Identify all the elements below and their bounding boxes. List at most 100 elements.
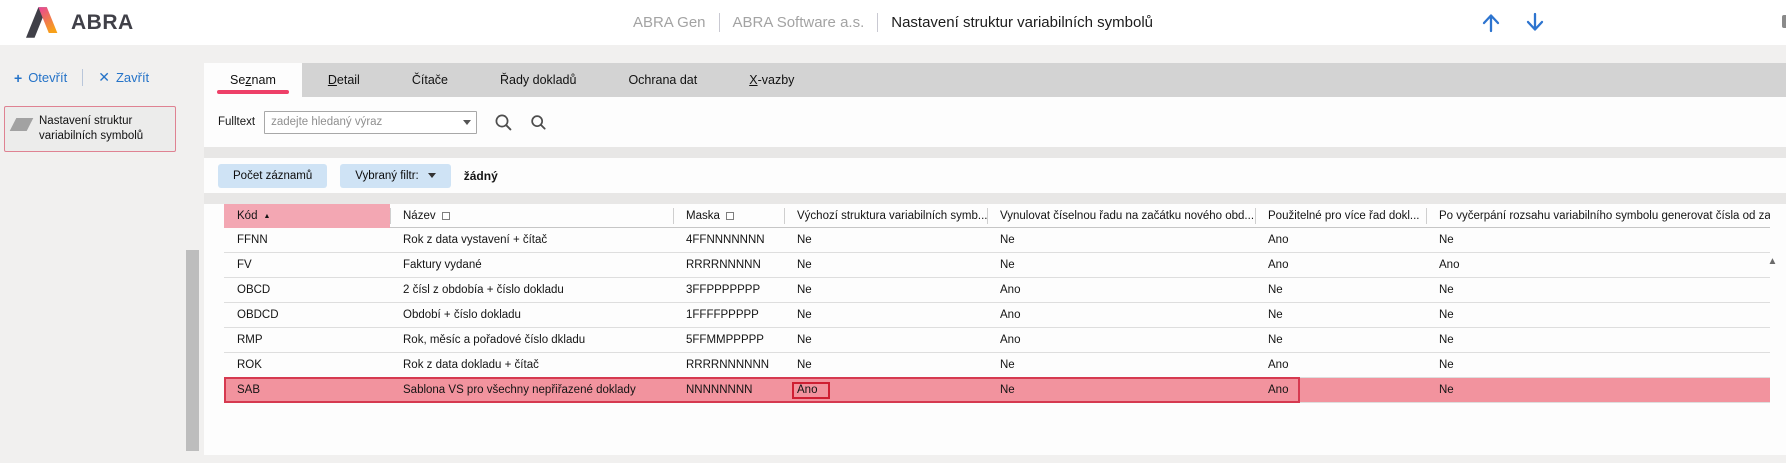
cell-vychozi: Ne	[784, 259, 987, 271]
down-arrow-icon[interactable]	[1524, 11, 1546, 34]
filter-select-button[interactable]: Vybraný filtr:	[340, 164, 450, 188]
column-header-povycerpani[interactable]: Po vyčerpání rozsahu variabilního symbol…	[1426, 204, 1770, 228]
cell-vychozi: Ne	[784, 234, 987, 246]
cell-nazev: Šablona VS pro všechny nepřiřazené dokla…	[390, 384, 673, 396]
plus-icon: +	[14, 70, 22, 86]
open-button[interactable]: + Otevřít	[14, 70, 67, 86]
column-header-label: Výchozí struktura variabilních symb...	[797, 210, 987, 222]
close-button[interactable]: ✕ Zavřít	[98, 69, 149, 86]
filter-select-label: Vybraný filtr:	[355, 170, 418, 182]
cell-vychozi: Ne	[784, 309, 987, 321]
tab--ta-e[interactable]: Čítače	[386, 63, 474, 97]
section-gap	[204, 147, 1786, 158]
cell-kod: SAB	[224, 384, 390, 396]
cell-vynulovat: Ne	[987, 234, 1255, 246]
cell-vychozi: Ano	[784, 382, 987, 399]
column-header-kod[interactable]: Kód▲	[224, 204, 390, 228]
parallelogram-icon	[10, 118, 34, 131]
column-options-icon[interactable]	[726, 212, 734, 220]
scroll-up-button[interactable]: ▲	[1765, 254, 1780, 269]
up-arrow-icon[interactable]	[1480, 11, 1502, 34]
breadcrumb-company: ABRA Software a.s.	[733, 14, 865, 31]
cell-pouzitelne: Ano	[1255, 234, 1426, 246]
fulltext-input[interactable]	[264, 111, 477, 134]
table-row-obdcd[interactable]: OBDCDObdobí + číslo dokladu1FFFFPPPPPNeA…	[224, 303, 1770, 328]
annotated-value-box: Ano	[792, 382, 830, 399]
cell-maska: NNNNNNNN	[673, 384, 784, 396]
open-button-label: Otevřít	[28, 70, 67, 85]
cell-kod: FFNN	[224, 234, 390, 246]
search-detail-icon[interactable]	[530, 114, 547, 131]
cell-povycerpani: Ne	[1426, 309, 1770, 321]
table-row-rok[interactable]: ROKRok z data dokladu + čítačRRRRNNNNNNN…	[224, 353, 1770, 378]
column-header-label: Použitelné pro více řad dokl...	[1268, 210, 1420, 222]
sort-asc-icon: ▲	[263, 213, 270, 220]
sidebar-item-label: Nastavení struktur variabilních symbolů	[39, 114, 169, 144]
column-options-icon[interactable]	[442, 212, 450, 220]
table-row-rmp[interactable]: RMPRok, měsíc a pořadové číslo dkladu5FF…	[224, 328, 1770, 353]
filter-current-value: žádný	[464, 169, 498, 183]
table-area: Kód▲ Název Maska Výchozí struktura variabil…	[204, 204, 1786, 455]
cell-nazev: Faktury vydané	[390, 259, 673, 271]
tab-detail[interactable]: Detail	[302, 63, 386, 97]
top-header-bar: ABRA ABRA Gen ABRA Software a.s. Nastave…	[0, 0, 1786, 45]
tab-seznam[interactable]: Seznam	[204, 63, 302, 97]
tab-bar: SeznamDetailČítačeŘady dokladůOchrana da…	[204, 63, 1786, 97]
sidebar-item-variable-symbols[interactable]: Nastavení struktur variabilních symbolů	[4, 106, 176, 152]
column-header-label: Název	[403, 210, 436, 222]
cell-pouzitelne: Ano	[1255, 384, 1426, 396]
cell-pouzitelne: Ne	[1255, 309, 1426, 321]
record-count-button[interactable]: Počet záznamů	[218, 164, 327, 188]
tab--ady-doklad-[interactable]: Řady dokladů	[474, 63, 602, 97]
table-row-fv[interactable]: FVFaktury vydanéRRRRNNNNNNeNeAnoAno	[224, 253, 1770, 278]
breadcrumb-divider	[877, 13, 878, 32]
cell-vynulovat: Ano	[987, 334, 1255, 346]
column-header-vychozi[interactable]: Výchozí struktura variabilních symb...	[784, 204, 987, 228]
cell-vychozi: Ne	[784, 359, 987, 371]
table-header-row: Kód▲ Název Maska Výchozí struktura variabil…	[224, 204, 1770, 228]
cell-maska: RRRRNNNNNN	[673, 359, 784, 371]
cell-maska: 4FFNNNNNNN	[673, 234, 784, 246]
cell-pouzitelne: Ne	[1255, 284, 1426, 296]
cell-maska: 3FFPPPPPPP	[673, 284, 784, 296]
cell-kod: ROK	[224, 359, 390, 371]
cell-povycerpani: Ne	[1426, 234, 1770, 246]
scroll-up-icon: ▲	[1768, 256, 1778, 267]
cell-pouzitelne: Ne	[1255, 334, 1426, 346]
cell-vynulovat: Ne	[987, 259, 1255, 271]
close-button-label: Zavřít	[116, 70, 149, 85]
dropdown-arrow-icon	[428, 173, 436, 178]
column-header-label: Vynulovat číselnou řadu na začátku novéh…	[1000, 210, 1254, 222]
page-title: Nastavení struktur variabilních symbolů	[891, 14, 1153, 31]
cell-nazev: Rok, měsíc a pořadové číslo dkladu	[390, 334, 673, 346]
column-header-nazev[interactable]: Název	[390, 204, 673, 228]
table-row-obcd[interactable]: OBCD2 čísl z obdobía + číslo dokladu3FFP…	[224, 278, 1770, 303]
column-header-vynulovat[interactable]: Vynulovat číselnou řadu na začátku novéh…	[987, 204, 1255, 228]
sidebar: + Otevřít ✕ Zavřít Nastavení struktur va…	[0, 45, 182, 152]
section-gap	[204, 193, 1786, 204]
column-header-pouzitelne[interactable]: Použitelné pro více řad dokl...	[1255, 204, 1426, 228]
breadcrumb-app: ABRA Gen	[633, 14, 706, 31]
cell-kod: RMP	[224, 334, 390, 346]
cell-maska: 5FFMMPPPPP	[673, 334, 784, 346]
tab-x-vazby[interactable]: X-vazby	[723, 63, 820, 97]
left-scrollbar[interactable]	[186, 250, 199, 451]
cell-povycerpani: Ne	[1426, 334, 1770, 346]
cell-vynulovat: Ano	[987, 284, 1255, 296]
cell-vynulovat: Ne	[987, 384, 1255, 396]
cell-kod: OBCD	[224, 284, 390, 296]
table-row-sab[interactable]: SABŠablona VS pro všechny nepřiřazené do…	[224, 378, 1770, 403]
record-count-label: Počet záznamů	[233, 170, 312, 182]
table-row-ffnn[interactable]: FFNNRok z data vystavení + čítač4FFNNNNN…	[224, 228, 1770, 253]
column-header-label: Maska	[686, 210, 720, 222]
toolbar-row: Počet záznamů Vybraný filtr: žádný	[204, 158, 1786, 193]
fulltext-label: Fulltext	[218, 116, 255, 128]
table-body: FFNNRok z data vystavení + čítač4FFNNNNN…	[224, 228, 1770, 403]
cell-povycerpani: Ne	[1426, 284, 1770, 296]
cell-pouzitelne: Ano	[1255, 359, 1426, 371]
tab-ochrana-dat[interactable]: Ochrana dat	[602, 63, 723, 97]
cell-vychozi: Ne	[784, 334, 987, 346]
column-header-maska[interactable]: Maska	[673, 204, 784, 228]
cell-maska: RRRRNNNNN	[673, 259, 784, 271]
search-icon[interactable]	[494, 113, 513, 132]
